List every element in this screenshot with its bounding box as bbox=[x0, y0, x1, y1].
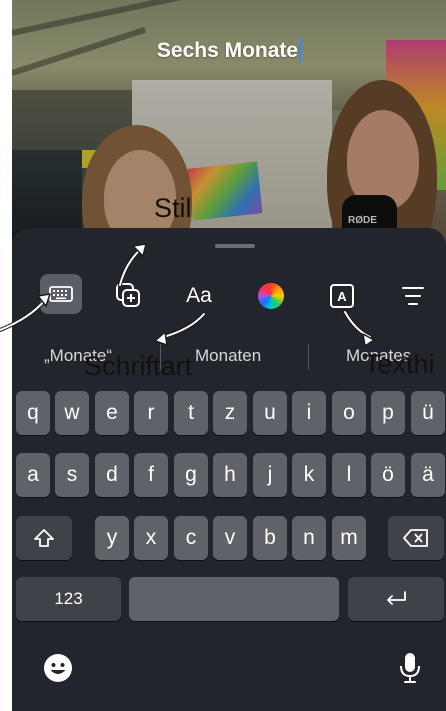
key-a[interactable]: a bbox=[16, 453, 50, 497]
key-ae[interactable]: ä bbox=[411, 453, 445, 497]
annotation-texthi: Texthi bbox=[364, 349, 435, 379]
key-r[interactable]: r bbox=[134, 391, 168, 435]
backspace-icon bbox=[403, 529, 428, 547]
suggestion-divider bbox=[308, 344, 309, 370]
return-key[interactable] bbox=[348, 577, 444, 621]
key-e[interactable]: e bbox=[95, 391, 129, 435]
key-x[interactable]: x bbox=[134, 516, 168, 560]
key-o[interactable]: o bbox=[332, 391, 366, 435]
emoji-icon bbox=[44, 654, 72, 682]
key-t[interactable]: t bbox=[174, 391, 208, 435]
key-s[interactable]: s bbox=[55, 453, 89, 497]
text-background-button[interactable]: A bbox=[322, 276, 362, 316]
add-sticker-icon bbox=[116, 283, 140, 307]
space-key[interactable] bbox=[129, 577, 339, 621]
text-background-icon: A bbox=[330, 284, 354, 308]
key-n[interactable]: n bbox=[292, 516, 326, 560]
keyboard-icon bbox=[49, 286, 73, 302]
key-u[interactable]: u bbox=[253, 391, 287, 435]
text-cursor bbox=[299, 38, 302, 62]
color-button[interactable] bbox=[251, 276, 291, 316]
suggestion-2[interactable]: Monaten bbox=[195, 346, 261, 366]
sheet-grabber[interactable] bbox=[215, 244, 255, 248]
backspace-key[interactable] bbox=[388, 516, 444, 560]
numbers-key[interactable]: 123 bbox=[16, 577, 121, 621]
shift-key[interactable] bbox=[16, 516, 72, 560]
key-h[interactable]: h bbox=[213, 453, 247, 497]
key-b[interactable]: b bbox=[253, 516, 287, 560]
microphone-icon bbox=[400, 653, 420, 683]
annotation-schriftart: Schriftart bbox=[84, 351, 193, 381]
align-button[interactable] bbox=[393, 276, 433, 316]
key-c[interactable]: c bbox=[174, 516, 208, 560]
dictation-button[interactable] bbox=[390, 648, 430, 688]
key-oe[interactable]: ö bbox=[371, 453, 405, 497]
color-wheel-icon bbox=[258, 283, 284, 309]
key-y[interactable]: y bbox=[95, 516, 129, 560]
key-d[interactable]: d bbox=[95, 453, 129, 497]
key-z[interactable]: z bbox=[213, 391, 247, 435]
key-i[interactable]: i bbox=[292, 391, 326, 435]
key-p[interactable]: p bbox=[371, 391, 405, 435]
add-sticker-button[interactable] bbox=[108, 276, 148, 316]
key-m[interactable]: m bbox=[332, 516, 366, 560]
key-q[interactable]: q bbox=[16, 391, 50, 435]
key-l[interactable]: l bbox=[332, 453, 366, 497]
key-ue[interactable]: ü bbox=[411, 391, 445, 435]
key-g[interactable]: g bbox=[174, 453, 208, 497]
emoji-button[interactable] bbox=[38, 648, 78, 688]
align-lines-icon bbox=[402, 287, 424, 305]
font-label: Aa bbox=[186, 284, 212, 307]
keyboard-button[interactable] bbox=[40, 274, 82, 314]
return-icon bbox=[387, 591, 406, 605]
key-j[interactable]: j bbox=[253, 453, 287, 497]
text-editor-sheet: Aa A „Monate“ Monaten Monates q w e r t … bbox=[12, 228, 446, 711]
key-v[interactable]: v bbox=[213, 516, 247, 560]
annotation-stil: Stil bbox=[154, 193, 192, 223]
shift-icon bbox=[34, 529, 54, 547]
key-w[interactable]: w bbox=[55, 391, 89, 435]
font-button[interactable]: Aa bbox=[179, 276, 219, 316]
story-text: Sechs Monate bbox=[156, 39, 299, 62]
story-text-input[interactable]: Sechs Monate bbox=[12, 38, 446, 63]
key-k[interactable]: k bbox=[292, 453, 326, 497]
key-f[interactable]: f bbox=[134, 453, 168, 497]
